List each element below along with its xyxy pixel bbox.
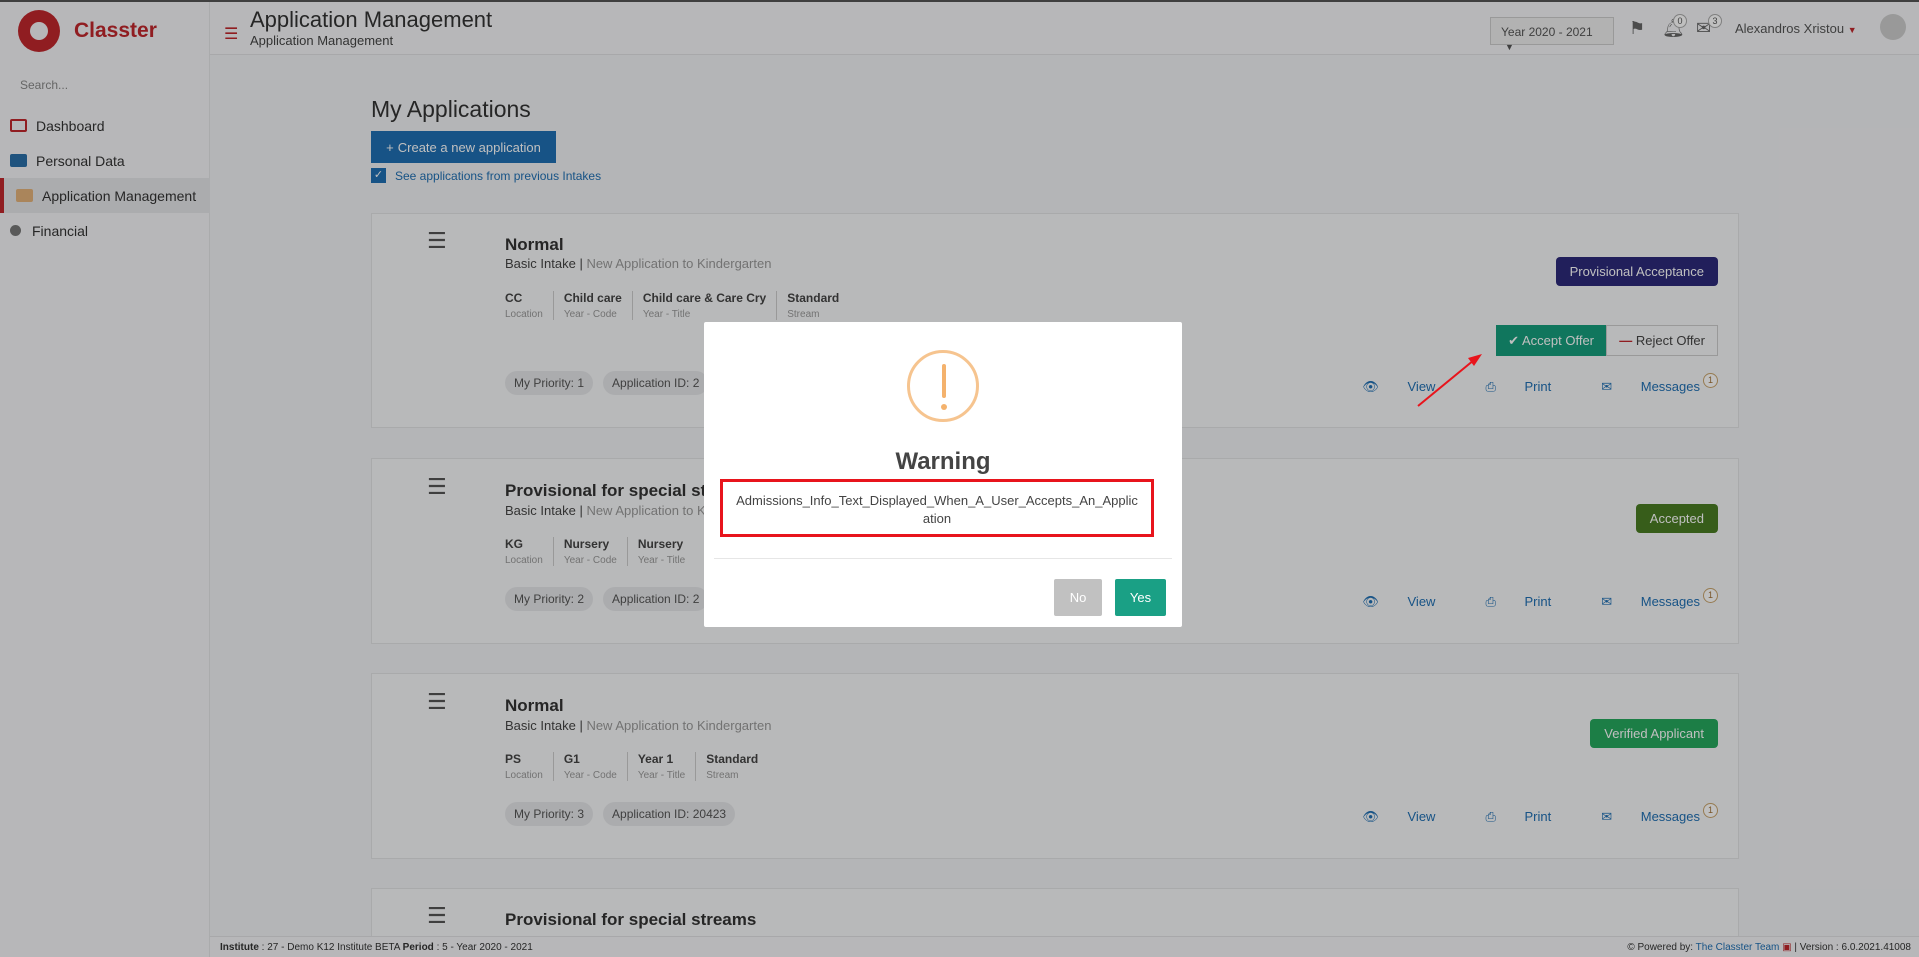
dialog-title: Warning: [895, 448, 991, 475]
no-button[interactable]: No: [1054, 579, 1102, 616]
dialog-divider: [714, 558, 1172, 559]
dialog-message: Admissions_Info_Text_Displayed_When_A_Us…: [720, 479, 1154, 537]
warning-icon-bar: [942, 364, 946, 398]
warning-dialog: Warning Admissions_Info_Text_Displayed_W…: [704, 322, 1182, 627]
yes-button[interactable]: Yes: [1115, 579, 1166, 616]
warning-icon: [907, 350, 979, 422]
warning-icon-dot: [941, 404, 947, 410]
